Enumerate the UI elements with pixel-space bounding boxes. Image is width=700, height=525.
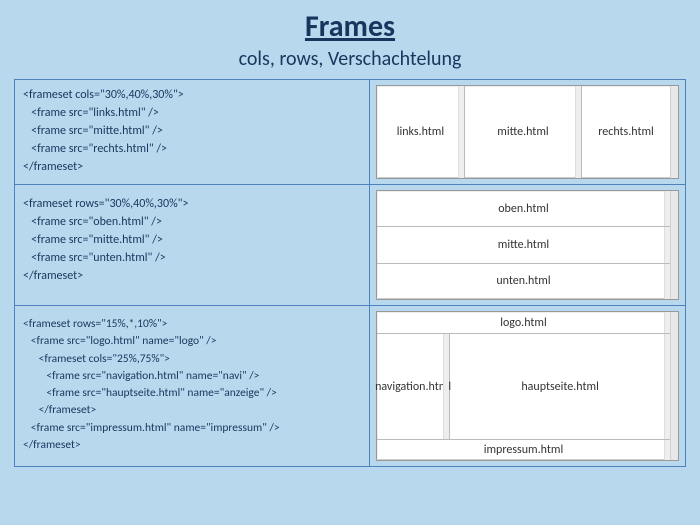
- scrollbar-icon: [443, 334, 449, 439]
- code-line: <frame src="logo.html" name="logo" />: [23, 333, 361, 350]
- code-line: <frame src="mitte.html" />: [23, 231, 361, 249]
- example-row-nested: <frameset rows="15%,*,10%"> <frame src="…: [15, 306, 685, 466]
- frame-pane-nav: navigation.html: [377, 334, 450, 439]
- code-line: </frameset>: [23, 437, 361, 454]
- code-line: </frameset>: [23, 267, 361, 285]
- code-line: <frame src="impressum.html" name="impres…: [23, 420, 361, 437]
- examples-table: <frameset cols="30%,40%,30%"> <frame src…: [14, 79, 686, 467]
- frame-pane-main: hauptseite.html: [450, 334, 670, 439]
- frame-pane: links.html: [377, 86, 465, 178]
- code-line: <frameset cols="25%,75%">: [23, 351, 361, 368]
- scrollbar-icon: [670, 312, 678, 460]
- code-line: <frame src="unten.html" />: [23, 249, 361, 267]
- frame-pane-middle: navigation.html hauptseite.html: [377, 334, 670, 440]
- scrollbar-icon: [670, 191, 678, 299]
- preview-cell: links.html mitte.html rechts.html: [369, 80, 685, 184]
- code-line: <frame src="navigation.html" name="navi"…: [23, 368, 361, 385]
- code-line: </frameset>: [23, 402, 361, 419]
- scrollbar-icon: [458, 86, 464, 178]
- frame-label: oben.html: [498, 202, 549, 216]
- scrollbar-icon: [575, 86, 581, 178]
- frame-label: logo.html: [500, 316, 547, 330]
- frame-pane-logo: logo.html: [377, 312, 670, 334]
- frame-label: mitte.html: [497, 125, 548, 139]
- frame-label: rechts.html: [598, 125, 654, 139]
- frame-pane: mitte.html: [465, 86, 582, 178]
- frame-label: navigation.html: [375, 380, 451, 394]
- code-cell: <frameset rows="15%,*,10%"> <frame src="…: [15, 306, 369, 466]
- code-line: </frameset>: [23, 158, 361, 176]
- preview-cell: oben.html mitte.html unten.html: [369, 185, 685, 305]
- frame-label: mitte.html: [498, 238, 549, 252]
- frame-label: links.html: [397, 125, 444, 139]
- code-cell: <frameset cols="30%,40%,30%"> <frame src…: [15, 80, 369, 184]
- frame-pane: oben.html: [377, 191, 670, 227]
- frame-label: impressum.html: [484, 443, 564, 457]
- page-title: Frames: [14, 8, 686, 45]
- page-subtitle: cols, rows, Verschachtelung: [14, 47, 686, 71]
- frame-label: hauptseite.html: [521, 380, 599, 394]
- code-line: <frameset rows="30%,40%,30%">: [23, 195, 361, 213]
- example-row-rows: <frameset rows="30%,40%,30%"> <frame src…: [15, 185, 685, 306]
- code-line: <frame src="rechts.html" />: [23, 140, 361, 158]
- code-cell: <frameset rows="30%,40%,30%"> <frame src…: [15, 185, 369, 305]
- scrollbar-icon: [670, 86, 678, 178]
- frame-pane: rechts.html: [582, 86, 670, 178]
- frame-label: unten.html: [496, 274, 550, 288]
- code-line: <frame src="mitte.html" />: [23, 122, 361, 140]
- code-line: <frame src="oben.html" />: [23, 213, 361, 231]
- code-line: <frame src="hauptseite.html" name="anzei…: [23, 385, 361, 402]
- code-line: <frameset cols="30%,40%,30%">: [23, 86, 361, 104]
- frame-pane-impressum: impressum.html: [377, 440, 670, 460]
- browser-preview-nested: logo.html navigation.html hauptseite.htm…: [376, 311, 679, 461]
- frame-pane: unten.html: [377, 264, 670, 299]
- browser-preview-cols: links.html mitte.html rechts.html: [376, 85, 679, 179]
- browser-preview-rows: oben.html mitte.html unten.html: [376, 190, 679, 300]
- code-line: <frame src="links.html" />: [23, 104, 361, 122]
- code-line: <frameset rows="15%,*,10%">: [23, 316, 361, 333]
- frame-pane: mitte.html: [377, 227, 670, 263]
- example-row-cols: <frameset cols="30%,40%,30%"> <frame src…: [15, 80, 685, 185]
- preview-cell: logo.html navigation.html hauptseite.htm…: [369, 306, 685, 466]
